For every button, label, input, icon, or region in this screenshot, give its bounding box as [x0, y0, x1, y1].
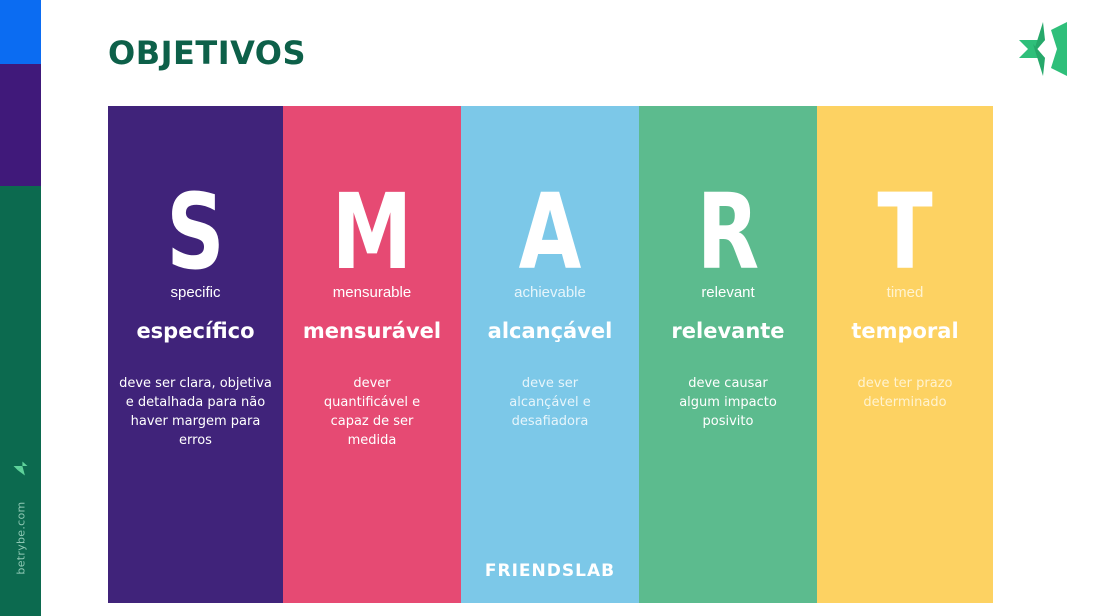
- description: deve ser clara, objetiva e detalhada par…: [119, 376, 272, 448]
- trybe-logo-icon: [1019, 22, 1067, 76]
- left-stripe: betrybe.com: [0, 0, 41, 616]
- description: dever quantificável e capaz de ser medid…: [323, 376, 421, 448]
- trybe-small-logo-icon: [13, 461, 28, 476]
- page-title: OBJETIVOS: [108, 34, 307, 72]
- portuguese-term: temporal: [851, 319, 959, 343]
- letter-m: M: [331, 171, 413, 293]
- description: deve causar algum impacto posivito: [679, 376, 777, 429]
- portuguese-term: alcançável: [487, 319, 613, 343]
- smart-column-r: R relevant relevante deve causar algum i…: [639, 106, 817, 603]
- english-term: timed: [886, 284, 924, 301]
- english-term: achievable: [514, 284, 586, 301]
- smart-column-m: M mensurable mensurável dever quantificá…: [283, 106, 461, 603]
- letter-a: A: [518, 171, 582, 293]
- portuguese-term: específico: [136, 319, 255, 343]
- smart-column-s: S specific específico deve ser clara, ob…: [108, 106, 283, 603]
- english-term: mensurable: [332, 284, 412, 301]
- portuguese-term: relevante: [671, 319, 785, 343]
- stripe-purple-segment: [0, 64, 41, 186]
- site-url: betrybe.com: [14, 501, 28, 575]
- english-term: specific: [170, 284, 221, 301]
- description: deve ser alcançável e desafiadora: [509, 376, 591, 429]
- portuguese-term: mensurável: [302, 319, 442, 343]
- description: deve ter prazo determinado: [857, 376, 953, 410]
- english-term: relevant: [701, 284, 755, 301]
- stripe-blue-segment: [0, 0, 41, 64]
- smart-graphic: S specific específico deve ser clara, ob…: [108, 106, 993, 603]
- friendslab-logo: FRIENDSLAB: [484, 561, 616, 581]
- smart-column-t: T timed temporal deve ter prazo determin…: [817, 106, 993, 603]
- letter-r: R: [696, 171, 760, 293]
- smart-column-a: A achievable alcançável deve ser alcançá…: [461, 106, 639, 603]
- letter-s: S: [166, 171, 225, 293]
- letter-t: T: [877, 171, 933, 293]
